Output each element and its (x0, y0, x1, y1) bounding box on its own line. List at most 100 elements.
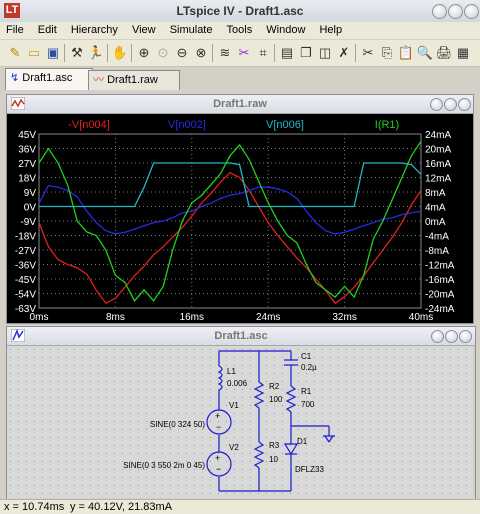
c1-name: C1 (301, 352, 312, 361)
tab-label: Draft1.raw (107, 74, 158, 86)
y-right-tick-label: 12mA (425, 174, 451, 185)
legend-trace-label[interactable]: I(R1) (375, 119, 399, 131)
status-y: y = 40.12V, 21.83mA (70, 501, 173, 513)
waveform-close-button[interactable] (458, 98, 471, 111)
zoom-pan-icon[interactable]: ⊙ (154, 44, 172, 62)
y-left-tick-label: -27V (15, 246, 36, 257)
schematic-window-titlebar: Draft1.asc (7, 327, 475, 346)
open-folder-icon[interactable]: ▭ (25, 44, 43, 62)
menu-window[interactable]: Window (260, 22, 310, 36)
y-right-tick-label: -12mA (425, 261, 455, 272)
find-icon[interactable]: 🔍 (416, 44, 434, 62)
minimize-button[interactable] (432, 4, 447, 19)
y-right-tick-label: 0mA (425, 217, 446, 228)
waveform-maximize-button[interactable] (444, 98, 457, 111)
autorange-icon[interactable]: ≋ (216, 44, 234, 62)
window-title: LTspice IV - Draft1.asc (176, 4, 304, 18)
menu-tools[interactable]: Tools (221, 22, 258, 36)
zoom-in-icon[interactable]: ⊕ (135, 44, 153, 62)
y-left-tick-label: -54V (15, 290, 36, 301)
save-icon[interactable]: ▣ (44, 44, 62, 62)
maximize-button[interactable] (448, 4, 463, 19)
waveform-icon: 〰 (93, 74, 104, 86)
copy-icon[interactable]: ⎘ (378, 44, 396, 62)
menu-help[interactable]: Help (313, 22, 347, 36)
y-right-tick-label: 24mA (425, 130, 451, 141)
tab-draft1-asc[interactable]: ↯ Draft1.asc (5, 68, 93, 90)
l1-value: 0.006 (227, 379, 248, 388)
run-simulation-icon[interactable]: 🏃 (87, 44, 105, 62)
waveform-window-title: Draft1.raw (213, 98, 267, 110)
v1-value: SINE(0 324 50) (150, 420, 205, 429)
schematic-minimize-button[interactable] (431, 330, 444, 343)
y-left-tick-label: -36V (15, 261, 36, 272)
y-left-tick-label: 27V (18, 159, 36, 170)
hand-pan-icon[interactable]: ✋ (111, 44, 129, 62)
zoom-fit-icon[interactable]: ⊗ (192, 44, 210, 62)
y-left-tick-label: 0V (24, 203, 37, 214)
print-icon[interactable]: 🖨 (435, 44, 453, 62)
tab-draft1-raw[interactable]: 〰 Draft1.raw (88, 70, 180, 90)
new-schematic-icon[interactable]: ✎ (6, 44, 24, 62)
document-tabs: ↯ Draft1.asc 〰 Draft1.raw (0, 67, 480, 90)
menu-view[interactable]: View (126, 22, 161, 36)
y-right-tick-label: -20mA (425, 290, 455, 301)
tab-label: Draft1.asc (22, 72, 73, 84)
x-tick-label: 24ms (256, 312, 280, 323)
y-right-tick-label: 16mA (425, 159, 451, 170)
menu-simulate[interactable]: Simulate (164, 22, 218, 36)
paste-icon[interactable]: 📋 (397, 44, 415, 62)
r2-value: 100 (269, 395, 283, 404)
zoom-out-icon[interactable]: ⊖ (173, 44, 191, 62)
y-left-tick-label: -9V (20, 217, 36, 228)
r3-name: R3 (269, 441, 280, 450)
schematic-close-button[interactable] (459, 330, 472, 343)
x-tick-label: 8ms (106, 312, 125, 323)
waveform-plot[interactable]: 45V 36V 27V 18V 9V 0V -9V -18V -27V -36V -45V -54V -… (7, 114, 473, 323)
x-tick-label: 16ms (180, 312, 204, 323)
y-left-tick-label: 9V (24, 188, 37, 199)
y-left-tick-label: -18V (15, 232, 36, 243)
delete-trace-all-icon[interactable]: ⌗ (254, 44, 272, 62)
y-right-tick-label: 20mA (425, 145, 451, 156)
status-x: x = 10.74ms (4, 501, 65, 513)
v1-name: V1 (229, 401, 239, 410)
delete-trace-icon[interactable]: ✂ (235, 44, 253, 62)
menu-bar: File Edit Hierarchy View Simulate Tools … (0, 22, 480, 39)
control-panel-hammer-icon[interactable]: ⚒ (68, 44, 86, 62)
close-button[interactable] (464, 4, 479, 19)
y-left-tick-label: 36V (18, 145, 36, 156)
waveform-window-titlebar: Draft1.raw (7, 95, 473, 114)
y-left-tick-label: 18V (18, 174, 36, 185)
waveform-minimize-button[interactable] (430, 98, 443, 111)
schematic-window-title: Draft1.asc (214, 330, 268, 342)
schematic-maximize-button[interactable] (445, 330, 458, 343)
svg-text:−: − (216, 464, 221, 474)
tile-horizontal-icon[interactable]: ▤ (278, 44, 296, 62)
cascade-windows-icon[interactable]: ❐ (297, 44, 315, 62)
status-bar: x = 10.74ms y = 40.12V, 21.83mA (0, 499, 480, 514)
v2-value: SINE(0 3 550 2m 0 45) (123, 461, 205, 470)
menu-edit[interactable]: Edit (32, 22, 62, 36)
r3-value: 10 (269, 455, 278, 464)
schematic-window: Draft1.asc + − + − L1 0.006 V1 SINE(0 32… (6, 326, 476, 500)
close-all-windows-icon[interactable]: ✗ (335, 44, 353, 62)
waveform-window: Draft1.raw 45V 36V 27V 18V 9V 0V -9V -18V -27V -3… (6, 94, 474, 324)
menu-file[interactable]: File (0, 22, 29, 36)
print-preview-icon[interactable]: ▦ (454, 44, 472, 62)
legend-trace-label[interactable]: V[n006] (266, 119, 304, 131)
legend-trace-label[interactable]: V[n002] (168, 119, 206, 131)
x-tick-label: 40ms (409, 312, 433, 323)
tile-vertical-icon[interactable]: ◫ (316, 44, 334, 62)
toolbar: ✎ ▭ ▣ ⚒ 🏃 ✋ ⊕ ⊙ ⊖ ⊗ ≋ ✂ ⌗ ▤ ❐ ◫ ✗ ✂ ⎘ 📋 … (0, 40, 480, 67)
schematic-canvas[interactable]: + − + − L1 0.006 V1 SINE(0 324 50) V2 SI… (7, 346, 473, 498)
window-titlebar: LT LTspice IV - Draft1.asc (0, 0, 480, 23)
l1-name: L1 (227, 367, 236, 376)
y-right-tick-label: 4mA (425, 203, 446, 214)
legend-trace-label[interactable]: -V[n004] (68, 119, 110, 131)
y-right-tick-label: -4mA (425, 232, 449, 243)
y-left-tick-label: -45V (15, 275, 36, 286)
menu-hierarchy[interactable]: Hierarchy (65, 22, 123, 36)
y-right-tick-label: 8mA (425, 188, 446, 199)
cut-icon[interactable]: ✂ (359, 44, 377, 62)
